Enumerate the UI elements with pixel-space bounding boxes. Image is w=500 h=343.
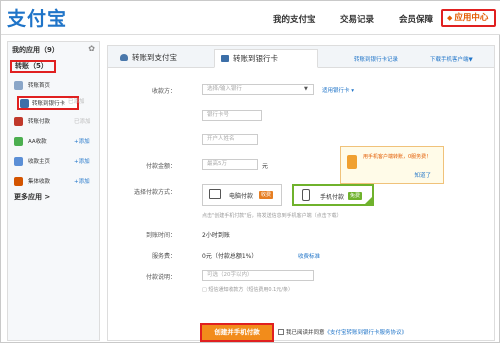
tab-label: 转账到银行卡 [233,54,278,63]
memo-input[interactable]: 可选（20字以内） [202,270,314,281]
transfer-records-link[interactable]: 转账到银行卡记录 [354,55,398,63]
transfer-icon [14,117,23,126]
sms-notify-checkbox[interactable]: □ 短信通知收款方（短信费用0.1元/条） [202,286,293,293]
memo-label: 付款说明： [145,274,176,281]
pc-pay-label: 电脑付款 [229,193,254,200]
mobile-promo-tip: 用手机客户端转账，0服务费！ 知道了 [340,146,444,184]
monitor-icon [209,189,221,199]
amount-unit: 元 [262,163,269,170]
agree-checkbox[interactable] [278,329,284,335]
create-mobile-pay-button[interactable]: 创建并手机付款 [200,323,274,342]
method-hint: 点击"创建手机付款"后，将发送信息到手机客户端（点击下载） [202,213,342,219]
added-status: 已添加 [68,99,85,105]
dropdown-arrow-icon[interactable]: ▼ [304,86,308,92]
nav-app-center[interactable]: ◆ 应用中心 [441,9,496,27]
nav-my-alipay[interactable]: 我的支付宝 [273,13,316,25]
added-status: 已添加 [74,119,91,125]
agree-text: 我已阅读并同意 [286,330,325,336]
tab-transfer-to-bank[interactable]: 转账到银行卡 [214,49,318,68]
aa-icon [14,137,23,146]
nav-member-protection[interactable]: 会员保障 [399,13,433,25]
amount-label: 付款金额： [145,163,176,170]
sidebar-title-label: 我的应用（9） [12,46,59,54]
sidebar: 我的应用（9） ✿ 转账（5） 转账首页 转账到银行卡 已添加 转账付款 已添加… [7,41,100,341]
tab-bar: 转账到支付宝 转账到银行卡 转账到银行卡记录 下载手机客户端▼ [108,46,494,68]
nav-transactions[interactable]: 交易记录 [340,13,374,25]
group-icon [14,177,23,186]
add-link[interactable]: +添加 [74,136,90,148]
transfer-panel: 转账到支付宝 转账到银行卡 转账到银行卡记录 下载手机客户端▼ 收款方： 选择/… [107,45,495,342]
gear-icon[interactable]: ✿ [88,44,95,53]
sidebar-item-label: AA收款 [28,139,47,145]
tab-transfer-to-alipay[interactable]: 转账到支付宝 [114,49,212,68]
agreement-link[interactable]: 《支付宝转账到银行卡服务协议》 [325,330,408,336]
arrival-value: 2小时到账 [202,232,230,239]
sidebar-item-aa-collect[interactable]: AA收款 +添加 [12,136,98,150]
payee-label: 收款方： [151,88,176,95]
more-apps-link[interactable]: 更多应用 > [14,192,50,202]
sidebar-title: 我的应用（9） ✿ [8,42,99,56]
sidebar-item-transfer-pay[interactable]: 转账付款 已添加 [12,116,98,130]
app-window: 支付宝 我的支付宝 交易记录 会员保障 ◆ 应用中心 我的应用（9） ✿ 转账（5… [0,0,500,343]
collect-icon [14,157,23,166]
bank-card-icon [20,99,29,108]
shield-icon [120,54,128,61]
sidebar-item-label: 转账首页 [28,83,51,89]
sidebar-item-label: 转账到银行卡 [32,101,66,107]
card-icon [221,55,229,62]
sidebar-item-group-collect[interactable]: 集体收款 +添加 [12,176,98,190]
sidebar-item-transfer-home[interactable]: 转账首页 [12,80,98,94]
pc-pay-option[interactable]: 电脑付款 收费 [202,184,282,206]
mobile-pay-option[interactable]: 手机付款 免费 [292,184,374,206]
bank-select[interactable]: 选择/输入银行 [202,84,314,95]
fee-standard-link[interactable]: 收费标准 [298,252,320,260]
sidebar-item-status: 已添加 [68,96,98,110]
agreement: 我已阅读并同意《支付宝转账到银行卡服务协议》 [278,328,407,336]
alipay-logo[interactable]: 支付宝 [7,4,67,31]
promo-text: 用手机客户端转账，0服务费！ [363,154,432,160]
holder-name-input[interactable]: 开户人姓名 [202,134,258,145]
promo-dismiss-link[interactable]: 知道了 [414,171,431,179]
sidebar-item-label: 集体收款 [28,179,51,185]
add-link[interactable]: +添加 [74,176,90,188]
diamond-icon: ◆ [447,14,453,22]
mobile-pay-label: 手机付款 [320,194,345,201]
fee-badge: 收费 [259,191,274,199]
phone-icon [347,155,357,169]
supported-banks-link[interactable]: 适用银行卡 ▾ [322,86,354,94]
add-link[interactable]: +添加 [74,156,90,168]
sidebar-item-label: 转账付款 [28,119,51,125]
method-label: 选择付款方式： [133,189,176,196]
sidebar-item-collect-home[interactable]: 收款主页 +添加 [12,156,98,170]
top-header: 支付宝 我的支付宝 交易记录 会员保障 ◆ 应用中心 [1,1,500,35]
free-badge: 免费 [348,192,363,200]
home-icon [14,81,23,90]
tab-label: 转账到支付宝 [132,53,177,62]
arrival-label: 到账时间： [145,232,176,239]
card-number-input[interactable]: 银行卡号 [202,110,262,121]
sidebar-item-label: 收款主页 [28,159,51,165]
amount-input[interactable]: 最高5万 [202,159,258,170]
sidebar-group-transfer[interactable]: 转账（5） [10,60,56,73]
download-client-link[interactable]: 下载手机客户端▼ [430,55,473,63]
nav-app-center-label: 应用中心 [454,13,489,23]
check-icon [364,196,373,205]
fee-value: 0元（付款总额1%） [202,253,258,260]
fee-label: 服务费： [151,253,176,260]
phone-icon [302,189,310,201]
